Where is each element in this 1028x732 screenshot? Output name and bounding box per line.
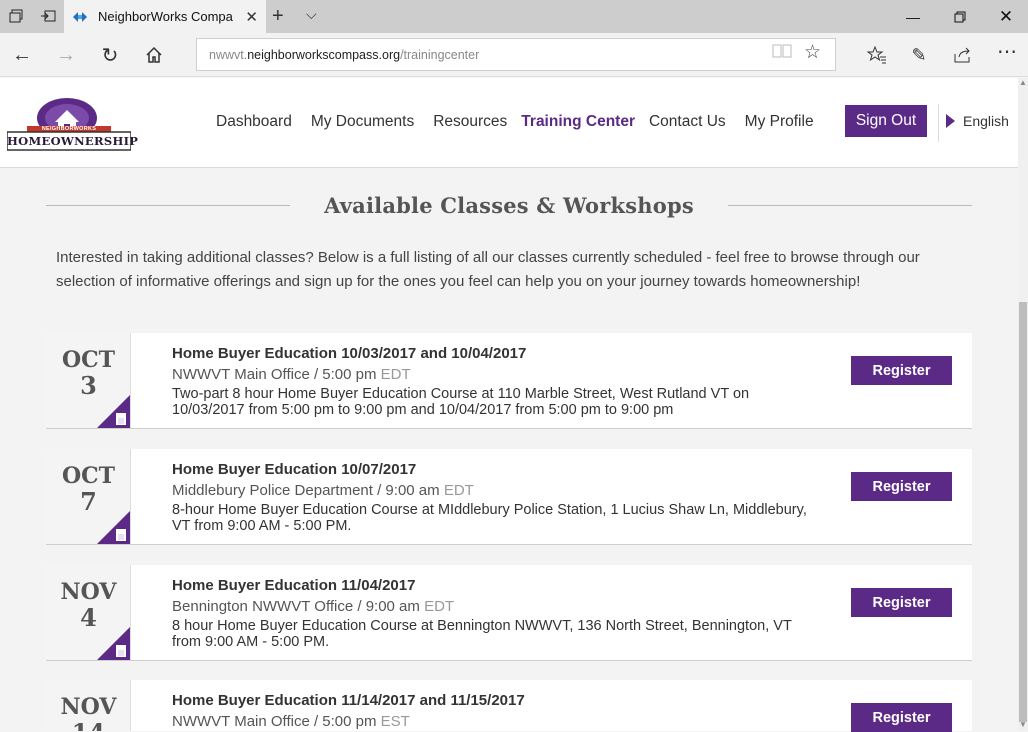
heading-rule-left <box>46 204 291 206</box>
language-label: English <box>963 113 1009 129</box>
register-button[interactable]: Register <box>851 588 952 617</box>
scrollbar-thumb[interactable] <box>1019 302 1027 722</box>
class-timezone: EDT <box>443 482 474 499</box>
neighborworks-homeownership-logo[interactable]: NEIGHBORWORKS HOMEOWNERSHIP <box>6 98 139 154</box>
menu-item-my-profile[interactable]: My Profile <box>745 113 814 131</box>
section-heading: Available Classes & Workshops <box>46 190 973 220</box>
class-card: NOV 14 Home Buyer Education 11/14/2017 a… <box>46 680 972 732</box>
back-arrow-icon[interactable]: ← <box>8 43 36 67</box>
logo-subtext: NEIGHBORWORKS <box>41 126 97 132</box>
sign-out-button[interactable]: Sign Out <box>845 105 927 137</box>
class-title: Home Buyer Education 11/14/2017 and 11/1… <box>172 692 525 709</box>
url-path: /trainingcenter <box>400 47 480 62</box>
more-menu-icon[interactable]: ⋯ <box>994 39 1020 63</box>
class-card: OCT 7 Home Buyer Education 10/07/2017 Mi… <box>46 449 972 545</box>
logo-text: HOMEOWNERSHIP <box>7 134 139 148</box>
menu-item-resources[interactable]: Resources <box>433 113 507 131</box>
set-aside-tabs-icon[interactable] <box>38 6 58 26</box>
class-title: Home Buyer Education 10/07/2017 <box>172 461 417 478</box>
class-location: Bennington NWWVT Office / 9:00 am EDT <box>172 597 812 617</box>
browser-tab-bar: NeighborWorks Compa ✕ + ⌵ — ✕ <box>0 0 1028 33</box>
class-location-text: NWWVT Main Office / 5:00 pm <box>172 366 377 383</box>
favorites-hub-icon[interactable] <box>864 43 890 67</box>
class-timezone: EDT <box>424 598 455 615</box>
register-button[interactable]: Register <box>851 356 952 385</box>
class-location: NWWVT Main Office / 5:00 pm EDT <box>172 365 812 385</box>
calendar-icon <box>116 529 126 541</box>
date-month: NOV <box>60 694 117 720</box>
close-tab-icon[interactable]: ✕ <box>245 8 258 26</box>
address-bar-row: ← → ↻ nwwvt. neighborworkscompass.org/tra… <box>0 33 1028 77</box>
url-prefix: nwwvt. <box>209 47 248 62</box>
home-icon[interactable] <box>140 43 168 67</box>
class-timezone: EDT <box>380 366 411 383</box>
browser-tab[interactable]: NeighborWorks Compa ✕ <box>64 0 266 33</box>
class-card: OCT 3 Home Buyer Education 10/03/2017 an… <box>46 333 972 429</box>
date-badge: NOV 14 <box>46 680 131 731</box>
class-description: 8 hour Home Buyer Education Course at Be… <box>172 618 792 650</box>
date-day: 14 <box>46 718 130 731</box>
site-header: NEIGHBORWORKS HOMEOWNERSHIP Dashboard My… <box>0 78 1018 168</box>
register-button[interactable]: Register <box>851 703 952 732</box>
neighborworks-favicon-icon <box>72 9 88 25</box>
favorite-star-icon[interactable]: ☆ <box>804 41 821 64</box>
tab-manager-icon[interactable] <box>6 6 26 26</box>
date-month: OCT <box>61 463 116 489</box>
page-scrollbar[interactable]: ▲ ▼ <box>1018 78 1028 731</box>
url-domain: neighborworkscompass.org <box>247 47 401 62</box>
class-location: NWWVT Main Office / 5:00 pm EST <box>172 712 812 732</box>
language-divider <box>938 104 939 142</box>
minimize-icon[interactable]: — <box>890 0 936 33</box>
share-icon[interactable] <box>950 43 976 67</box>
register-button[interactable]: Register <box>851 472 952 501</box>
forward-arrow-icon[interactable]: → <box>52 43 80 67</box>
class-info: Home Buyer Education 11/14/2017 and 11/1… <box>172 692 812 732</box>
date-month: OCT <box>61 347 116 373</box>
class-location-text: Bennington NWWVT Office / 9:00 am <box>172 598 420 615</box>
class-timezone: EST <box>380 713 410 730</box>
web-note-pen-icon[interactable]: ✎ <box>906 43 932 67</box>
language-selector[interactable]: English <box>946 113 1009 129</box>
date-badge: OCT 7 <box>46 449 131 544</box>
class-location: Middlebury Police Department / 9:00 am E… <box>172 481 812 501</box>
tab-title: NeighborWorks Compa <box>98 9 233 24</box>
class-info: Home Buyer Education 10/07/2017 Middlebu… <box>172 461 812 534</box>
intro-paragraph: Interested in taking additional classes?… <box>56 249 920 290</box>
date-badge: OCT 3 <box>46 333 131 428</box>
menu-item-dashboard[interactable]: Dashboard <box>216 113 292 131</box>
close-window-icon[interactable]: ✕ <box>983 0 1028 33</box>
page-title: Available Classes & Workshops <box>324 192 694 218</box>
scroll-up-arrow-icon[interactable]: ▲ <box>1019 78 1027 87</box>
class-title: Home Buyer Education 11/04/2017 <box>172 577 416 594</box>
menu-item-my-documents[interactable]: My Documents <box>311 113 414 131</box>
play-triangle-icon <box>946 114 955 128</box>
menu-item-contact-us[interactable]: Contact Us <box>649 113 726 131</box>
class-info: Home Buyer Education 10/03/2017 and 10/0… <box>172 345 812 418</box>
new-tab-icon[interactable]: + <box>272 5 284 28</box>
calendar-icon <box>116 645 126 657</box>
scroll-down-arrow-icon[interactable]: ▼ <box>1019 720 1027 729</box>
restore-icon[interactable] <box>937 0 983 33</box>
menu-item-training-center[interactable]: Training Center <box>521 113 635 131</box>
refresh-icon[interactable]: ↻ <box>96 43 124 67</box>
date-month: NOV <box>60 579 117 605</box>
class-location-text: Middlebury Police Department / 9:00 am <box>172 482 440 499</box>
class-card: NOV 4 Home Buyer Education 11/04/2017 Be… <box>46 565 972 661</box>
class-description: Two-part 8 hour Home Buyer Education Cou… <box>172 386 750 418</box>
class-title: Home Buyer Education 10/03/2017 and 10/0… <box>172 345 527 362</box>
main-menu: Dashboard My Documents Resources Trainin… <box>216 113 833 131</box>
class-location-text: NWWVT Main Office / 5:00 pm <box>172 713 377 730</box>
date-badge: NOV 4 <box>46 565 131 660</box>
heading-rule-right <box>727 204 973 206</box>
url-field[interactable]: nwwvt. neighborworkscompass.org/trainingc… <box>196 38 836 71</box>
reading-view-icon[interactable] <box>772 43 792 64</box>
calendar-icon <box>116 413 126 425</box>
class-info: Home Buyer Education 11/04/2017 Benningt… <box>172 577 812 650</box>
tab-preview-chevron-icon[interactable]: ⌵ <box>306 6 317 23</box>
class-description: 8-hour Home Buyer Education Course at MI… <box>172 502 807 534</box>
